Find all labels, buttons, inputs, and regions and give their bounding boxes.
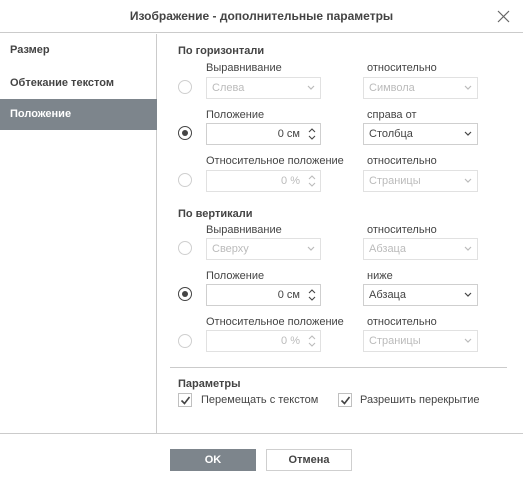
h-relpos-relative-select[interactable]: Страницы xyxy=(363,170,478,192)
h-align-radio[interactable] xyxy=(178,80,192,94)
chevron-down-icon xyxy=(307,246,315,251)
v-position-label: Положение xyxy=(206,270,265,282)
chevron-down-icon xyxy=(464,246,472,251)
h-position-input[interactable]: 0 см xyxy=(206,123,321,145)
v-align-select-value: Сверху xyxy=(212,243,249,255)
position-panel: По горизонтали Выравнивание относительно… xyxy=(158,34,523,433)
allow-overlap-checkbox[interactable] xyxy=(338,393,352,407)
v-align-radio[interactable] xyxy=(178,241,192,255)
h-relpos-relative-value: Страницы xyxy=(369,175,421,187)
horizontal-section-title: По горизонтали xyxy=(178,45,265,57)
h-position-label: Положение xyxy=(206,109,265,121)
vertical-section-title: По вертикали xyxy=(178,208,253,220)
checkmark-icon xyxy=(340,396,351,405)
h-relpos-radio[interactable] xyxy=(178,173,192,187)
spin-arrows-icon[interactable] xyxy=(308,287,316,303)
h-align-label: Выравнивание xyxy=(206,62,282,74)
v-align-label: Выравнивание xyxy=(206,224,282,236)
image-advanced-settings-dialog: Изображение - дополнительные параметры Р… xyxy=(0,0,523,481)
v-relpos-relative-value: Страницы xyxy=(369,335,421,347)
chevron-down-icon xyxy=(464,85,472,90)
v-position-relative-label: ниже xyxy=(367,270,393,282)
h-align-select[interactable]: Слева xyxy=(206,77,321,99)
v-relpos-input[interactable]: 0 % xyxy=(206,330,321,352)
chevron-down-icon xyxy=(307,85,315,90)
checkmark-icon xyxy=(180,396,191,405)
h-align-relative-select[interactable]: Символа xyxy=(363,77,478,99)
chevron-down-icon xyxy=(464,131,472,136)
v-position-radio[interactable] xyxy=(178,287,192,301)
h-position-relative-label: справа от xyxy=(367,109,417,121)
sidebar-item-position[interactable]: Положение xyxy=(0,99,157,130)
allow-overlap-label: Разрешить перекрытие xyxy=(360,394,480,406)
v-align-relative-select[interactable]: Абзаца xyxy=(363,238,478,260)
cancel-button[interactable]: Отмена xyxy=(266,449,352,471)
move-with-text-label: Перемещать с текстом xyxy=(201,394,319,406)
h-align-relative-label: относительно xyxy=(367,62,437,74)
v-align-relative-label: относительно xyxy=(367,224,437,236)
h-position-relative-value: Столбца xyxy=(369,128,413,140)
chevron-down-icon xyxy=(464,338,472,343)
h-relpos-value: 0 % xyxy=(281,175,300,187)
dialog-footer: OK Отмена xyxy=(0,433,523,481)
v-align-select[interactable]: Сверху xyxy=(206,238,321,260)
h-align-relative-value: Символа xyxy=(369,82,415,94)
h-position-relative-select[interactable]: Столбца xyxy=(363,123,478,145)
v-relpos-relative-label: относительно xyxy=(367,316,437,328)
h-relpos-input[interactable]: 0 % xyxy=(206,170,321,192)
chevron-down-icon xyxy=(464,178,472,183)
options-divider xyxy=(170,367,507,368)
h-position-radio[interactable] xyxy=(178,126,192,140)
v-relpos-relative-select[interactable]: Страницы xyxy=(363,330,478,352)
v-relpos-value: 0 % xyxy=(281,335,300,347)
v-position-relative-select[interactable]: Абзаца xyxy=(363,284,478,306)
h-relpos-label: Относительное положение xyxy=(206,155,344,167)
h-align-select-value: Слева xyxy=(212,82,245,94)
h-position-value: 0 см xyxy=(277,128,300,140)
dialog-title: Изображение - дополнительные параметры xyxy=(129,9,394,23)
v-relpos-label: Относительное положение xyxy=(206,316,344,328)
chevron-down-icon xyxy=(464,292,472,297)
sidebar: Размер Обтекание текстом Положение xyxy=(0,34,157,433)
spin-arrows-icon[interactable] xyxy=(308,173,316,189)
v-align-relative-value: Абзаца xyxy=(369,243,406,255)
options-section-title: Параметры xyxy=(178,378,241,390)
sidebar-item-size[interactable]: Размер xyxy=(0,35,157,66)
move-with-text-checkbox[interactable] xyxy=(178,393,192,407)
spin-arrows-icon[interactable] xyxy=(308,333,316,349)
h-relpos-relative-label: относительно xyxy=(367,155,437,167)
v-position-input[interactable]: 0 см xyxy=(206,284,321,306)
close-icon[interactable] xyxy=(496,9,511,24)
v-relpos-radio[interactable] xyxy=(178,334,192,348)
spin-arrows-icon[interactable] xyxy=(308,126,316,142)
ok-button[interactable]: OK xyxy=(170,449,256,471)
dialog-header: Изображение - дополнительные параметры xyxy=(0,0,523,33)
v-position-value: 0 см xyxy=(277,289,300,301)
v-position-relative-value: Абзаца xyxy=(369,289,406,301)
sidebar-item-wrapping[interactable]: Обтекание текстом xyxy=(0,68,157,99)
